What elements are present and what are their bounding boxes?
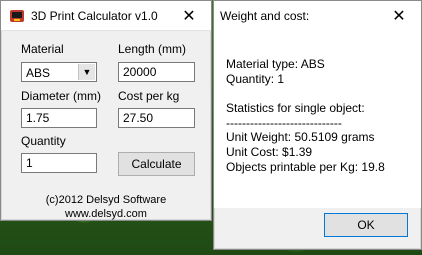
result-titlebar[interactable]: Weight and cost: ✕: [214, 1, 421, 31]
diameter-label: Diameter (mm): [21, 89, 101, 103]
message-area: Material type: ABS Quantity: 1 Statistic…: [214, 31, 421, 208]
quantity-label: Quantity: [21, 134, 66, 148]
chevron-down-icon[interactable]: ▼: [78, 64, 95, 80]
quantity-input[interactable]: 1: [21, 153, 97, 173]
material-type-text: Material type: ABS: [226, 57, 325, 71]
stats-heading: Statistics for single object:: [226, 101, 365, 115]
unit-cost-text: Unit Cost: $1.39: [226, 145, 313, 159]
ok-button[interactable]: OK: [324, 213, 408, 237]
cost-label: Cost per kg: [118, 89, 180, 103]
calculator-titlebar[interactable]: 3D Print Calculator v1.0 ✕: [1, 1, 211, 31]
cost-input[interactable]: 27.50: [118, 108, 195, 128]
separator-line: -----------------------------: [226, 116, 342, 130]
length-label: Length (mm): [118, 42, 187, 56]
result-window: Weight and cost: ✕ Material type: ABS Qu…: [213, 0, 422, 250]
objects-per-kg-text: Objects printable per Kg: 19.8: [226, 160, 385, 174]
copyright-text: (c)2012 Delsyd Software: [45, 194, 167, 206]
quantity-text: Quantity: 1: [226, 72, 285, 86]
material-value: ABS: [26, 66, 51, 80]
calculator-title: 3D Print Calculator v1.0: [31, 9, 158, 23]
close-icon[interactable]: ✕: [167, 1, 211, 30]
close-icon[interactable]: ✕: [377, 1, 421, 30]
result-title: Weight and cost:: [220, 9, 310, 23]
calculator-window: 3D Print Calculator v1.0 ✕ Material ABS …: [0, 0, 212, 221]
unit-weight-text: Unit Weight: 50.5109 grams: [226, 130, 375, 144]
length-input[interactable]: 20000: [118, 62, 195, 82]
material-select[interactable]: ABS ▼: [21, 62, 97, 82]
footer: (c)2012 Delsyd Software www.delsyd.com: [1, 193, 211, 221]
website-link[interactable]: www.delsyd.com: [1, 207, 211, 221]
diameter-input[interactable]: 1.75: [21, 108, 97, 128]
3d-printer-icon: [10, 10, 24, 22]
material-label: Material: [21, 42, 64, 56]
calculate-button[interactable]: Calculate: [118, 152, 195, 176]
